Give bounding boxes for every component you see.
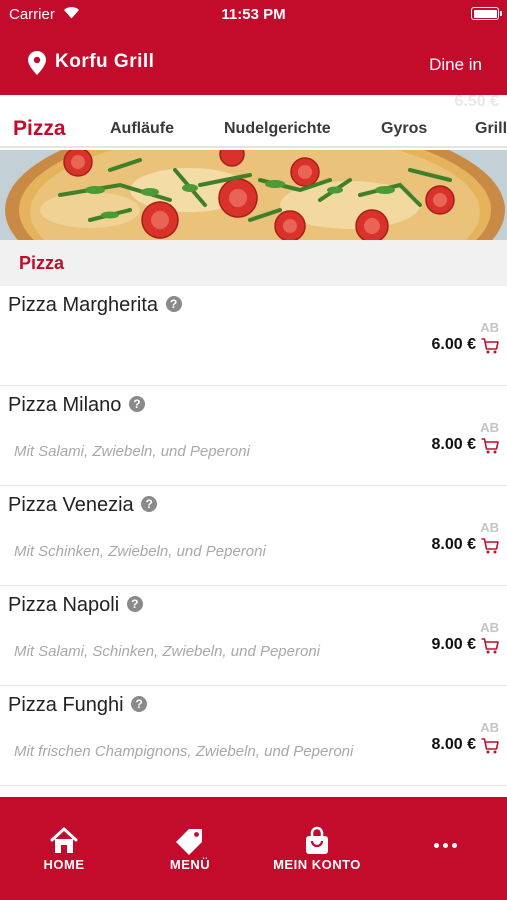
item-name: Pizza Venezia [8, 494, 134, 516]
info-icon[interactable]: ? [128, 396, 145, 412]
price-from-label: AB [480, 620, 499, 635]
nav-account[interactable]: MEIN KONTO [262, 797, 372, 900]
item-name: Pizza Napoli [8, 594, 120, 616]
price-from-label: AB [480, 420, 499, 435]
add-to-cart-icon[interactable] [481, 438, 499, 454]
category-hero-image [0, 150, 507, 240]
clock: 11:53 PM [221, 6, 286, 23]
item-description: Mit Schinken, Zwiebeln, und Peperoni [14, 543, 266, 560]
item-name-row: Pizza Napoli ? [8, 594, 143, 617]
item-price: 8.00 € [431, 436, 476, 453]
section-header: Pizza [0, 240, 507, 286]
menu-item[interactable]: Pizza Milano ? Mit Salami, Zwiebeln, und… [0, 386, 507, 486]
item-name-row: Pizza Venezia ? [8, 494, 158, 517]
item-price: 8.00 € [431, 736, 476, 753]
menu-item[interactable]: Pizza Funghi ? Mit frischen Champignons,… [0, 686, 507, 786]
info-icon[interactable]: ? [131, 696, 148, 712]
item-name: Pizza Funghi [8, 694, 124, 716]
price-from-label: AB [480, 720, 499, 735]
price-from-label: AB [480, 520, 499, 535]
item-name-row: Pizza Funghi ? [8, 694, 148, 717]
dine-in-button[interactable]: Dine in [429, 55, 482, 75]
tab-pizza[interactable]: Pizza [13, 117, 66, 141]
item-name-row: Pizza Margherita ? [8, 294, 182, 317]
nav-menu[interactable]: MENÜ [140, 797, 240, 900]
info-icon[interactable]: ? [126, 596, 143, 612]
section-title: Pizza [19, 253, 65, 273]
item-price: 6.00 € [431, 336, 476, 353]
tab-nudelgerichte[interactable]: Nudelgerichte [224, 120, 331, 138]
battery-icon [471, 7, 502, 20]
nav-label: MEIN KONTO [273, 857, 361, 872]
item-name-row: Pizza Milano ? [8, 394, 145, 417]
category-tabs: 6.50 € Pizza Aufläufe Nudelgerichte Gyro… [0, 95, 507, 148]
info-icon[interactable]: ? [165, 296, 182, 312]
add-to-cart-icon[interactable] [481, 538, 499, 554]
more-icon [405, 835, 485, 853]
tag-icon [176, 829, 202, 855]
tab-auflaeufe[interactable]: Aufläufe [110, 120, 174, 138]
nav-more[interactable] [405, 797, 485, 900]
item-name: Pizza Milano [8, 394, 122, 416]
add-to-cart-icon[interactable] [481, 338, 499, 354]
add-to-cart-icon[interactable] [481, 638, 499, 654]
menu-list: Pizza Margherita ? AB 6.00 € Pizza Milan… [0, 286, 507, 786]
pizza-illustration [0, 150, 507, 240]
info-icon[interactable]: ? [141, 496, 158, 512]
item-price: 8.00 € [431, 536, 476, 553]
nav-label: HOME [43, 857, 85, 872]
item-name: Pizza Margherita [8, 294, 159, 316]
menu-item[interactable]: Pizza Napoli ? Mit Salami, Schinken, Zwi… [0, 586, 507, 686]
price-from-label: AB [480, 320, 499, 335]
nav-label: MENÜ [169, 857, 211, 872]
item-description: Mit Salami, Zwiebeln, und Peperoni [14, 443, 250, 460]
menu-item[interactable]: Pizza Margherita ? AB 6.00 € [0, 286, 507, 386]
app-header: Carrier 11:53 PM Korfu Grill Dine in [0, 0, 507, 95]
tab-grill[interactable]: Grill [475, 120, 507, 138]
location-pin-icon[interactable] [28, 51, 46, 75]
home-icon [50, 827, 78, 853]
bottom-nav: HOME MENÜ MEIN KONTO [0, 797, 507, 900]
tab-gyros[interactable]: Gyros [381, 120, 427, 138]
restaurant-name[interactable]: Korfu Grill [55, 51, 154, 73]
menu-item[interactable]: Pizza Venezia ? Mit Schinken, Zwiebeln, … [0, 486, 507, 586]
ghost-price: 6.50 € [454, 95, 499, 110]
item-description: Mit frischen Champignons, Zwiebeln, und … [14, 743, 354, 760]
add-to-cart-icon[interactable] [481, 738, 499, 754]
item-price: 9.00 € [431, 636, 476, 653]
status-bar: Carrier 11:53 PM [0, 0, 507, 30]
item-description: Mit Salami, Schinken, Zwiebeln, und Pepe… [14, 643, 320, 660]
shopping-bag-icon [306, 826, 328, 854]
nav-home[interactable]: HOME [14, 797, 114, 900]
